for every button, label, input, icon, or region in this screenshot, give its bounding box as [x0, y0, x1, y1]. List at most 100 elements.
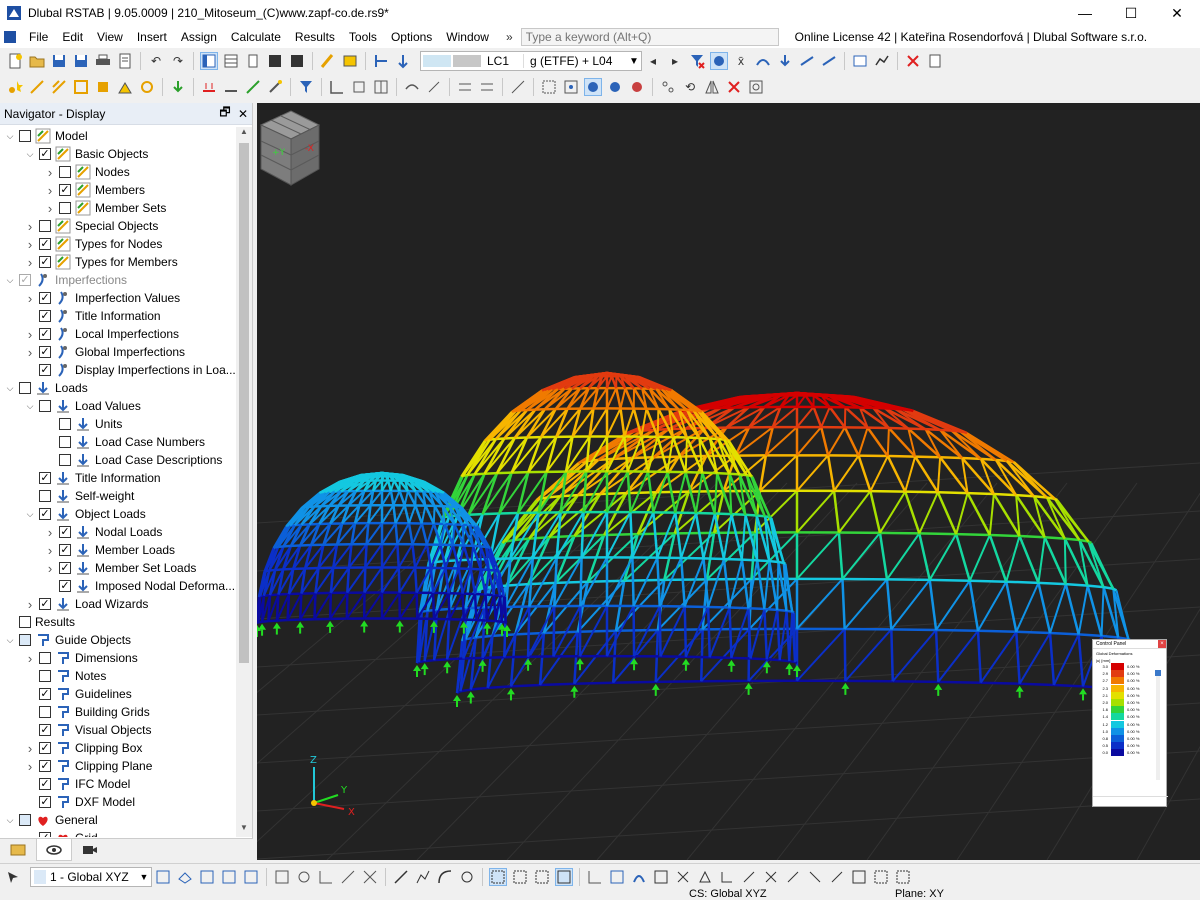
member[interactable]: [977, 629, 1017, 634]
mirror-icon[interactable]: [703, 78, 721, 96]
member[interactable]: [708, 607, 731, 658]
new-member-icon[interactable]: [28, 78, 46, 96]
member[interactable]: [976, 630, 983, 683]
menu-results[interactable]: Results: [288, 26, 342, 48]
member[interactable]: [988, 493, 995, 536]
member[interactable]: [619, 388, 627, 409]
collapse-icon[interactable]: ⌵: [24, 145, 36, 163]
member[interactable]: [843, 426, 860, 457]
expand-icon[interactable]: ›: [24, 739, 36, 757]
member[interactable]: [574, 681, 614, 685]
member[interactable]: [796, 578, 844, 630]
member[interactable]: [510, 437, 529, 474]
member[interactable]: [1053, 683, 1084, 688]
expand-icon[interactable]: ›: [44, 541, 56, 559]
member[interactable]: [820, 406, 831, 428]
tree-item[interactable]: ⌵ Guide Objects: [0, 631, 236, 649]
results-table-icon[interactable]: [851, 52, 869, 70]
member[interactable]: [757, 559, 770, 563]
tree-item[interactable]: Load Case Numbers: [0, 433, 236, 451]
search-input[interactable]: [520, 28, 779, 46]
print-report-icon[interactable]: [116, 52, 134, 70]
member[interactable]: [683, 606, 688, 657]
display-mode-1-icon[interactable]: [489, 867, 507, 886]
save-icon[interactable]: [50, 52, 68, 70]
checkbox[interactable]: [19, 382, 31, 394]
member[interactable]: [969, 579, 1007, 583]
tree-item[interactable]: DXF Model: [0, 793, 236, 811]
member[interactable]: [1101, 634, 1119, 639]
member[interactable]: [841, 578, 846, 630]
checkbox[interactable]: [39, 346, 51, 358]
member[interactable]: [857, 455, 872, 492]
member[interactable]: [406, 490, 417, 507]
member[interactable]: [655, 680, 702, 684]
member[interactable]: [891, 628, 937, 632]
tree-item[interactable]: › Clipping Box: [0, 739, 236, 757]
checkbox[interactable]: [59, 580, 71, 592]
member[interactable]: [1063, 538, 1067, 585]
checkbox[interactable]: [39, 220, 51, 232]
view-mode-6-icon[interactable]: [718, 868, 736, 886]
member[interactable]: [1015, 631, 1021, 684]
member[interactable]: [796, 628, 846, 682]
member[interactable]: [709, 655, 732, 660]
section-view-3-icon[interactable]: [628, 78, 646, 96]
view-mode-9-icon[interactable]: [784, 868, 802, 886]
select-icon[interactable]: [341, 52, 359, 70]
member[interactable]: [695, 511, 715, 515]
member[interactable]: [793, 612, 797, 663]
member[interactable]: [415, 592, 419, 619]
member[interactable]: [929, 578, 970, 582]
section-results-icon[interactable]: [820, 52, 838, 70]
member[interactable]: [381, 566, 400, 594]
angle-icon[interactable]: [586, 868, 604, 886]
member-results-icon[interactable]: [798, 52, 816, 70]
align-icon[interactable]: [456, 78, 474, 96]
tree-item[interactable]: › Nodes: [0, 163, 236, 181]
tree-item[interactable]: Display Imperfections in Loa...: [0, 361, 236, 379]
member[interactable]: [420, 505, 427, 524]
member[interactable]: [841, 532, 881, 580]
member[interactable]: [904, 456, 917, 492]
member[interactable]: [749, 608, 766, 659]
member[interactable]: [1077, 585, 1089, 635]
view-mode-3-icon[interactable]: [652, 868, 670, 886]
member[interactable]: [928, 579, 938, 631]
tree-item[interactable]: ⌵ Basic Objects: [0, 145, 236, 163]
member[interactable]: [1077, 634, 1085, 687]
member[interactable]: [740, 514, 747, 560]
scroll-up-icon[interactable]: ▲: [236, 127, 252, 141]
chevron-down-icon[interactable]: ▼: [137, 872, 151, 882]
member[interactable]: [714, 512, 732, 516]
member[interactable]: [484, 471, 498, 476]
load-case-icon[interactable]: [372, 52, 390, 70]
tree-item[interactable]: Notes: [0, 667, 236, 685]
system-menu-icon[interactable]: [4, 31, 16, 43]
member[interactable]: [407, 523, 414, 545]
member[interactable]: [403, 505, 411, 524]
collapse-icon[interactable]: ⌵: [4, 631, 16, 649]
checkbox[interactable]: [39, 508, 51, 520]
collapse-icon[interactable]: ⌵: [4, 811, 16, 829]
member[interactable]: [510, 683, 541, 688]
tree-item[interactable]: › Types for Nodes: [0, 235, 236, 253]
menu-options[interactable]: Options: [384, 26, 439, 48]
tree-item[interactable]: Guidelines: [0, 685, 236, 703]
next-load-case-button[interactable]: ▸: [666, 52, 684, 70]
checkbox[interactable]: [39, 400, 51, 412]
grid-icon[interactable]: [372, 78, 390, 96]
menu-insert[interactable]: Insert: [130, 26, 174, 48]
member[interactable]: [713, 473, 718, 514]
checkbox[interactable]: [39, 148, 51, 160]
member[interactable]: [748, 606, 765, 611]
member[interactable]: [956, 532, 990, 537]
member[interactable]: [346, 567, 351, 593]
tree-item[interactable]: › Nodal Loads: [0, 523, 236, 541]
view-mode-12-icon[interactable]: [850, 868, 868, 886]
filter-objects-icon[interactable]: [297, 78, 315, 96]
tree-item[interactable]: › Member Sets: [0, 199, 236, 217]
member[interactable]: [777, 608, 787, 612]
member[interactable]: [694, 512, 705, 559]
checkbox[interactable]: [39, 238, 51, 250]
